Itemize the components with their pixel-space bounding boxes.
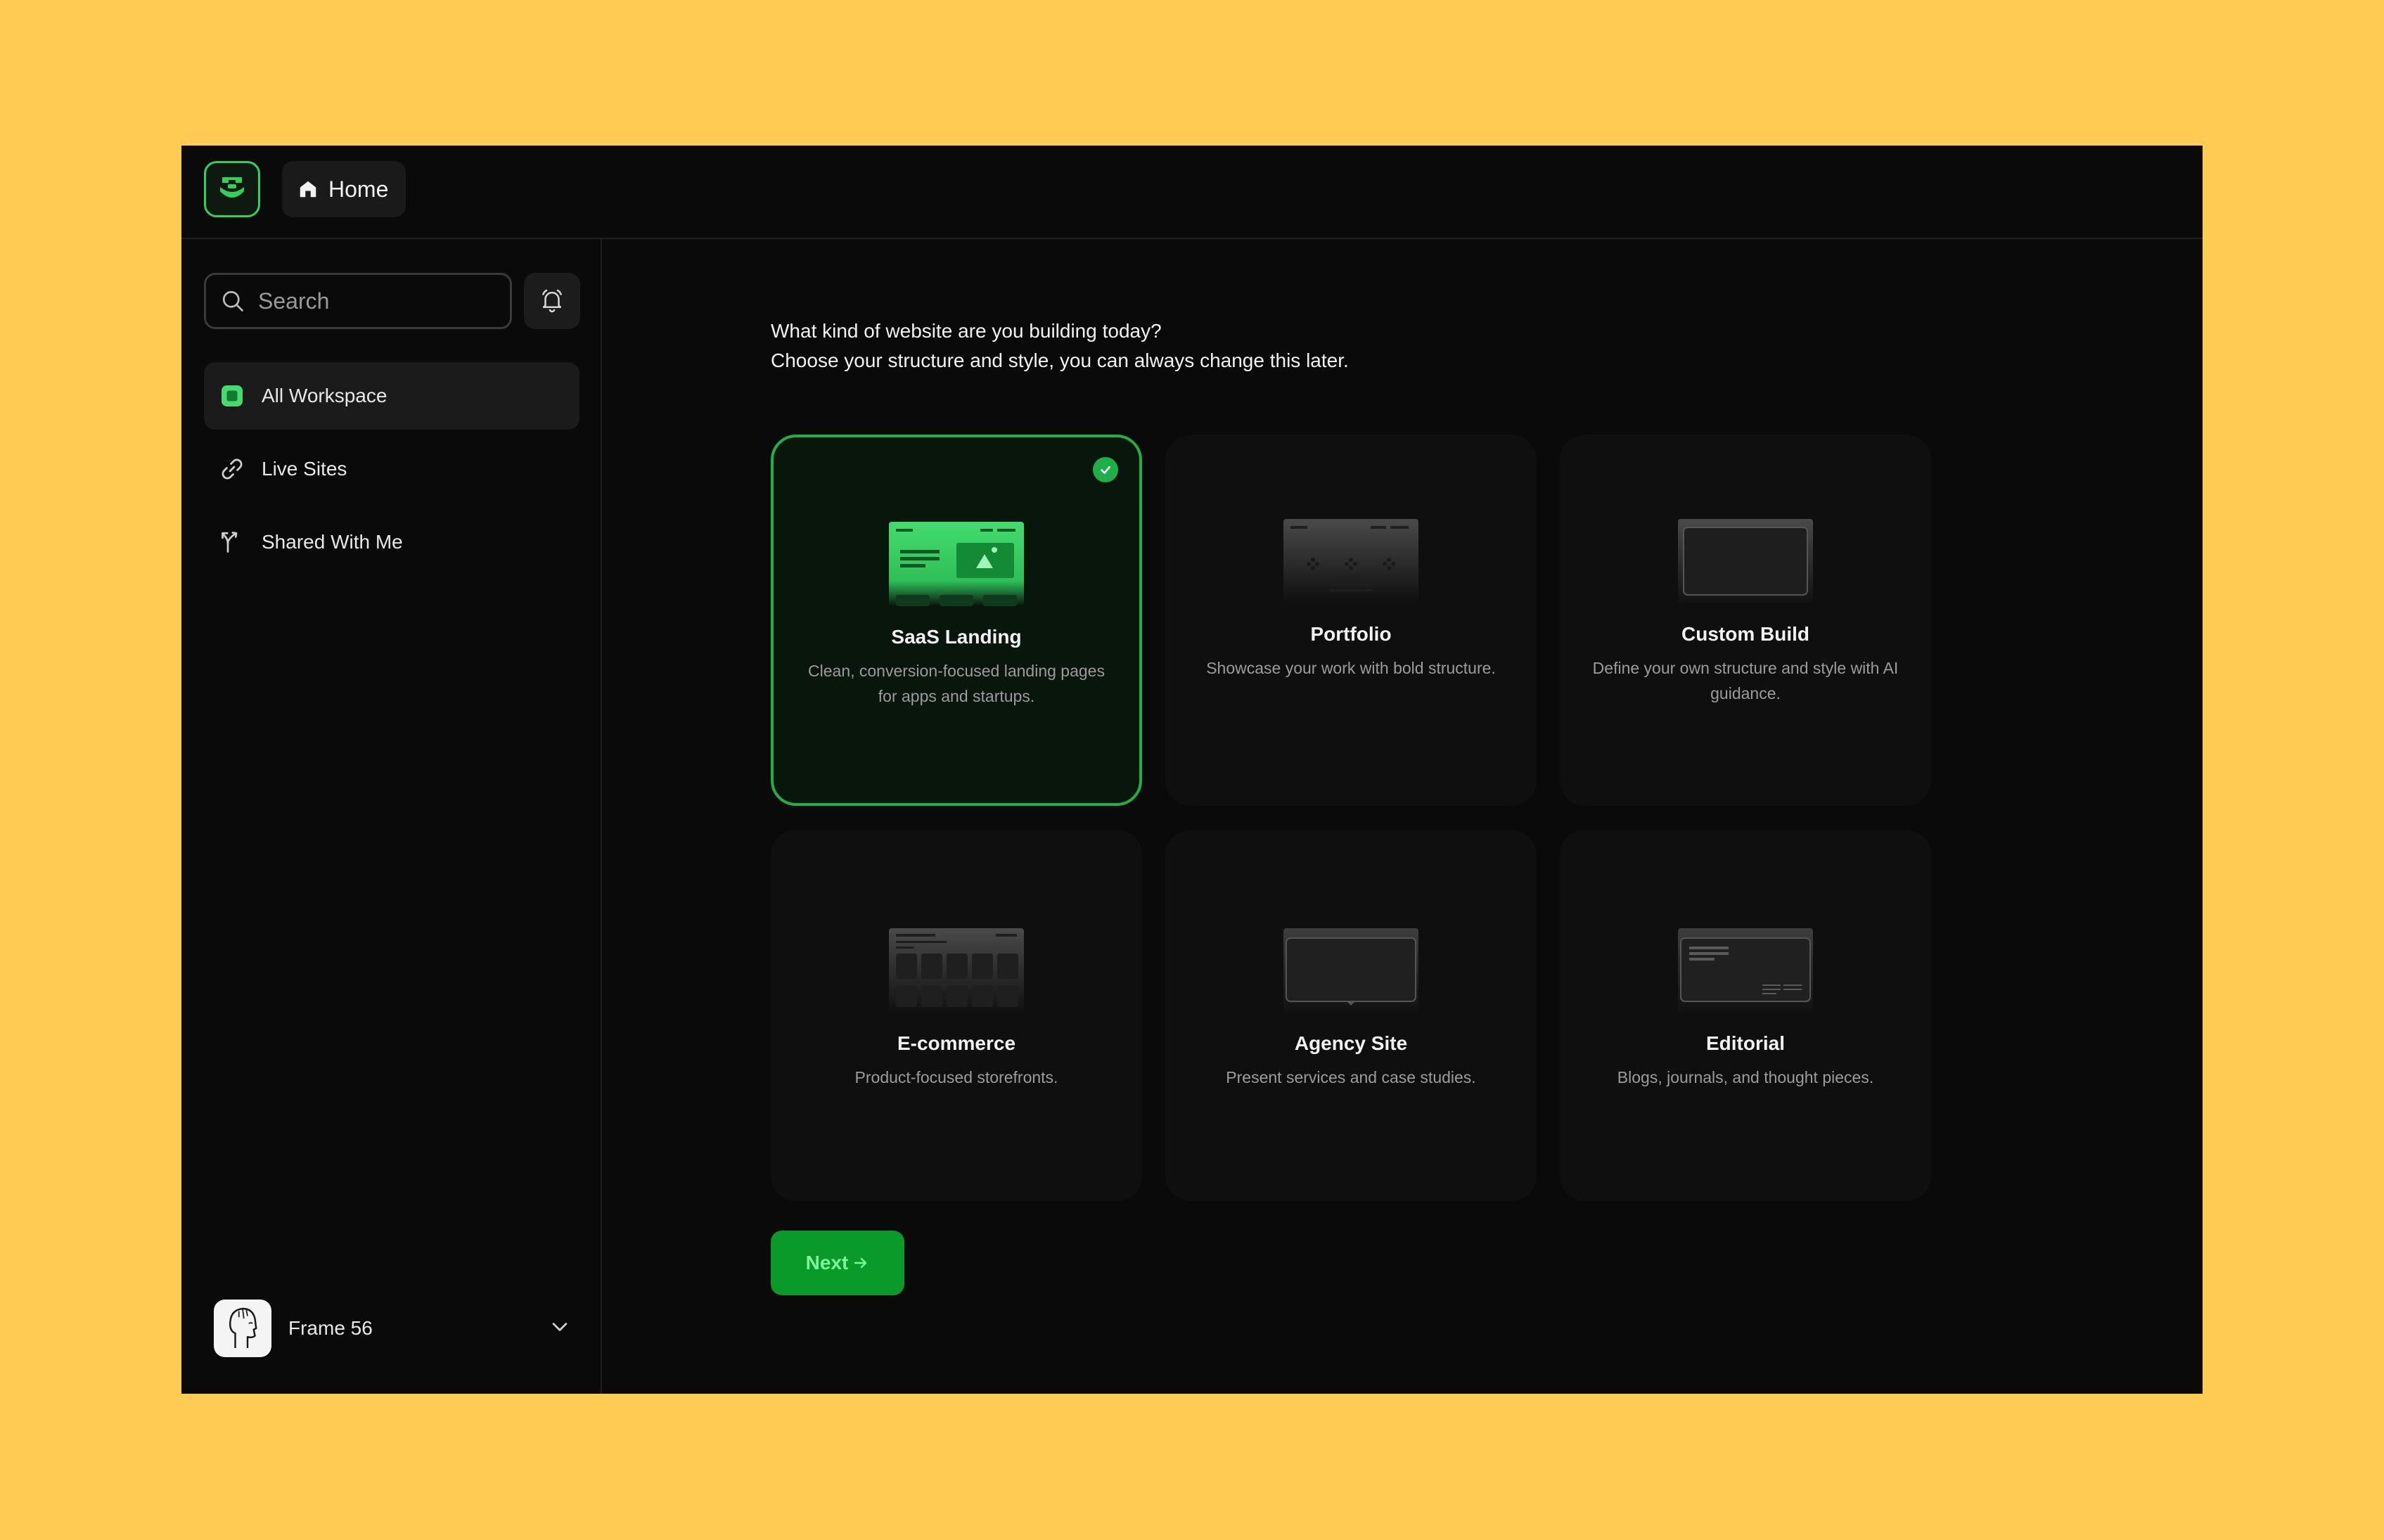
home-icon <box>300 181 316 198</box>
selected-check-icon <box>1093 457 1118 482</box>
arrow-right-icon <box>854 1257 867 1269</box>
chevron-down-icon <box>552 1323 568 1331</box>
card-agency-site[interactable]: Agency Site Present services and case st… <box>1165 830 1537 1201</box>
card-description: Blogs, journals, and thought pieces. <box>1617 1068 1874 1086</box>
card-title: E-commerce <box>897 1032 1016 1054</box>
card-portfolio[interactable]: Portfolio Showcase your work with bold s… <box>1165 435 1537 806</box>
sidebar-item-live-sites[interactable]: Live Sites <box>204 435 579 503</box>
editorial-thumbnail <box>1678 928 1813 1013</box>
custom-build-thumbnail <box>1678 519 1813 603</box>
search-icon <box>222 290 243 312</box>
card-e-commerce[interactable]: E-commerce Product-focused storefronts. <box>771 830 1142 1201</box>
face-sketch-icon <box>229 1307 257 1348</box>
main-content: What kind of website are you building to… <box>602 239 2203 1394</box>
card-title: Editorial <box>1705 1032 1785 1054</box>
sidebar-item-label: All Workspace <box>262 385 387 406</box>
bell-icon <box>542 289 562 313</box>
link-icon <box>218 455 246 483</box>
sidebar-item-shared-with-me[interactable]: Shared With Me <box>204 508 579 576</box>
card-saas-landing[interactable]: SaaS Landing Clean, conversion-focused l… <box>771 435 1142 806</box>
home-button-label: Home <box>328 176 389 202</box>
home-button[interactable]: Home <box>282 161 406 217</box>
logo-icon <box>220 177 244 198</box>
app-window: Home All W <box>181 146 2203 1394</box>
card-description: Present services and case studies. <box>1226 1068 1476 1086</box>
app-logo[interactable] <box>204 161 260 217</box>
card-title: Portfolio <box>1310 623 1392 645</box>
e-commerce-thumbnail <box>889 928 1024 1013</box>
next-button-label: Next <box>805 1252 849 1273</box>
heading-question: What kind of website are you building to… <box>771 320 1162 342</box>
sidebar-item-label: Shared With Me <box>262 531 403 553</box>
card-title: Agency Site <box>1294 1032 1408 1054</box>
saas-landing-thumbnail <box>889 522 1024 606</box>
card-description: Define your own structure and style with… <box>1592 659 1899 702</box>
agency-site-thumbnail <box>1283 928 1418 1013</box>
sidebar-item-all-workspace[interactable]: All Workspace <box>204 362 579 430</box>
card-description: Showcase your work with bold structure. <box>1206 659 1496 677</box>
account-switcher[interactable]: Frame 56 <box>214 1299 572 1358</box>
account-name: Frame 56 <box>288 1317 373 1339</box>
page-heading: What kind of website are you building to… <box>771 316 1349 376</box>
card-description: Product-focused storefronts. <box>854 1068 1058 1086</box>
card-title: SaaS Landing <box>891 626 1022 648</box>
workspace-icon <box>218 382 246 410</box>
next-button[interactable]: Next <box>771 1231 904 1295</box>
card-custom-build[interactable]: Custom Build Define your own structure a… <box>1560 435 1931 806</box>
sidebar: All Workspace Live Sites <box>181 239 602 1394</box>
portfolio-thumbnail <box>1283 519 1418 603</box>
card-title: Custom Build <box>1681 623 1809 645</box>
sidebar-item-label: Live Sites <box>262 458 347 480</box>
notifications-button[interactable] <box>524 273 580 329</box>
search-input[interactable] <box>257 287 485 315</box>
avatar <box>214 1300 271 1357</box>
card-editorial[interactable]: Editorial Blogs, journals, and thought p… <box>1560 830 1931 1201</box>
top-bar: Home <box>181 146 2203 239</box>
search-box[interactable] <box>204 273 512 329</box>
share-arrow-icon <box>218 528 246 556</box>
heading-subtitle: Choose your structure and style, you can… <box>771 349 1349 371</box>
card-description: Clean, conversion-focused landing pages … <box>808 662 1105 705</box>
